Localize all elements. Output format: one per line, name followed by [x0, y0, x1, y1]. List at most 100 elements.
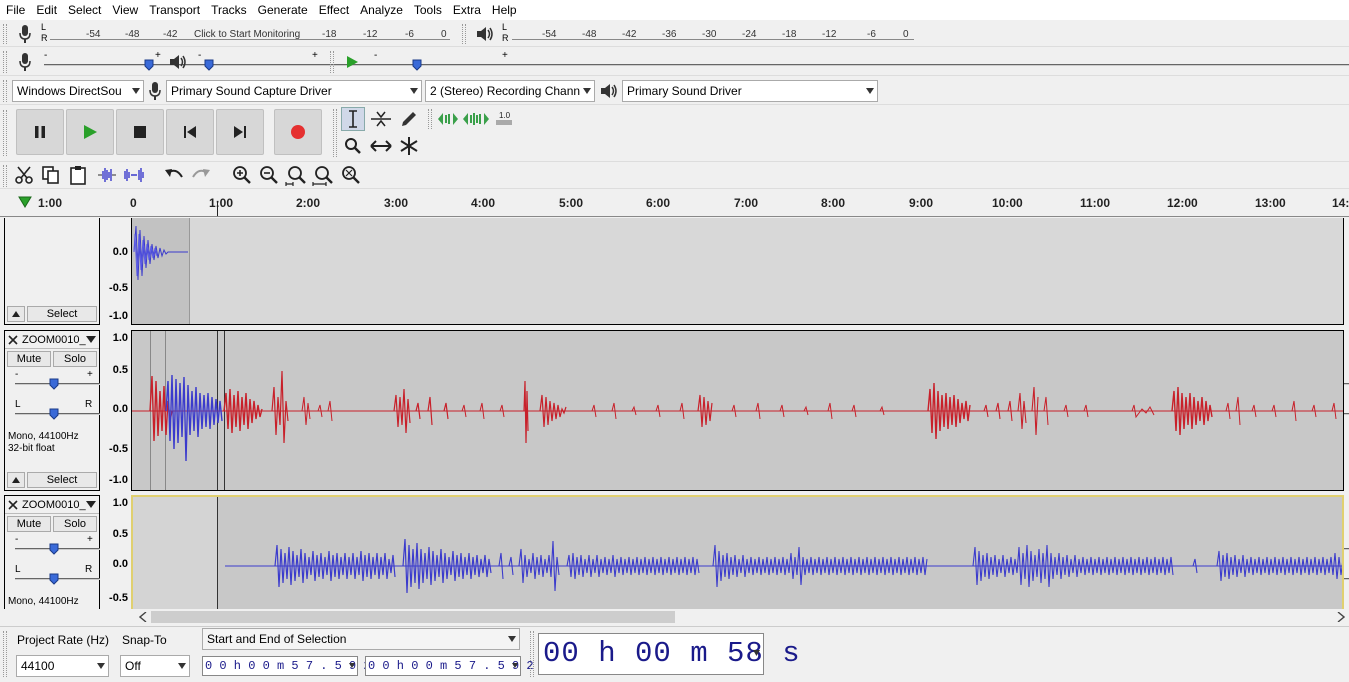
amplitude-scale: 0.0 -0.5 -1.0 [100, 218, 131, 325]
paste-button[interactable] [66, 163, 90, 187]
menu-file[interactable]: File [6, 3, 25, 17]
menu-transport[interactable]: Transport [149, 3, 200, 17]
skip-to-start-button[interactable] [166, 109, 214, 155]
toolbar-grip[interactable] [3, 24, 7, 44]
recording-device-select[interactable]: Primary Sound Capture Driver [166, 80, 422, 102]
toolbar-grip[interactable] [530, 631, 534, 677]
copy-button[interactable] [39, 163, 63, 187]
gain-slider[interactable] [15, 542, 1349, 556]
silence-button[interactable] [122, 163, 146, 187]
menu-view[interactable]: View [112, 3, 138, 17]
mute-button[interactable]: Mute [7, 351, 51, 367]
scale-label: 0.5 [112, 364, 128, 376]
selection-mode-select[interactable]: Start and End of Selection [202, 628, 520, 650]
track-select-button[interactable]: Select [27, 472, 97, 488]
fit-selection-button[interactable] [436, 107, 460, 131]
zoom-toggle-button[interactable] [338, 163, 362, 187]
track-name[interactable]: ZOOM0010_ [22, 499, 86, 511]
selection-tool-button[interactable] [341, 107, 365, 131]
toolbar-grip[interactable] [3, 51, 7, 73]
envelope-tool-button[interactable] [369, 107, 393, 131]
menu-select[interactable]: Select [68, 3, 101, 17]
menu-help[interactable]: Help [492, 3, 517, 17]
skip-to-end-button[interactable] [216, 109, 264, 155]
fit-project-zoom-button[interactable] [311, 163, 335, 187]
selection-start-time[interactable]: 0 0 h 0 0 m 5 7 . 5 9 2 s [202, 656, 385, 676]
envelope-icon [371, 111, 391, 127]
recording-meter[interactable]: -54 -48 -42 Click to Start Monitoring -1… [50, 23, 450, 45]
solo-button[interactable]: Solo [53, 516, 97, 532]
multi-tool-button[interactable] [397, 134, 421, 158]
timeline-ruler[interactable]: 1:00 0 1:00 2:00 3:00 4:00 5:00 6:00 7:0… [0, 191, 1349, 217]
track-control-panel[interactable]: Select [4, 218, 100, 325]
play-button[interactable] [66, 109, 114, 155]
track-format: Mono, 44100Hz [8, 596, 79, 607]
toolbar-grip[interactable] [330, 51, 334, 73]
stop-button[interactable] [116, 109, 164, 155]
microphone-icon[interactable] [14, 23, 36, 45]
audio-clip[interactable] [132, 218, 190, 324]
zoom-out-button[interactable] [257, 163, 281, 187]
meter-channel-l: L [41, 22, 47, 32]
toolbar-grip[interactable] [3, 631, 7, 677]
playback-speed-slider[interactable] [372, 58, 1349, 72]
pause-button[interactable] [16, 109, 64, 155]
track-name[interactable]: ZOOM0010_ [22, 334, 86, 346]
waveform-area[interactable] [131, 330, 1344, 491]
fit-selection-zoom-button[interactable] [284, 163, 308, 187]
toolbar-grip[interactable] [3, 165, 7, 187]
toolbar-grip[interactable] [462, 24, 466, 44]
redo-button[interactable] [189, 163, 213, 187]
collapse-track-button[interactable] [7, 472, 25, 488]
waveform-area[interactable] [131, 495, 1344, 609]
speaker-icon[interactable] [473, 23, 497, 45]
recording-volume-slider[interactable] [44, 58, 1349, 72]
project-rate-select[interactable]: 44100 [16, 655, 109, 677]
scrollbar-thumb[interactable] [151, 611, 675, 623]
track-control-panel[interactable]: ZOOM0010_ Mute Solo - + L R Mono, 44100H… [4, 330, 1349, 491]
menu-generate[interactable]: Generate [258, 3, 308, 17]
audio-position-display[interactable]: 00 h 00 m 58 s [538, 633, 800, 675]
playback-device-select[interactable]: Primary Sound Driver [622, 80, 878, 102]
menu-tools[interactable]: Tools [414, 3, 442, 17]
audio-host-select[interactable]: Windows DirectSou [12, 80, 144, 102]
solo-button[interactable]: Solo [53, 351, 97, 367]
menu-edit[interactable]: Edit [36, 3, 57, 17]
track-name-bar[interactable]: ZOOM0010_ [5, 331, 99, 349]
playback-volume-slider[interactable] [198, 58, 1349, 72]
menu-tracks[interactable]: Tracks [211, 3, 247, 17]
fit-project-button[interactable] [462, 107, 490, 131]
toolbar-grip[interactable] [333, 109, 337, 157]
waveform-area[interactable] [131, 218, 1344, 325]
zoom-normal-button[interactable]: 1.0 [492, 107, 516, 131]
selection-end-time[interactable]: 0 0 h 0 0 m 5 7 . 5 9 2 s [365, 656, 548, 676]
pan-slider[interactable] [15, 407, 1349, 421]
record-button[interactable] [274, 109, 322, 155]
toolbar-grip[interactable] [3, 80, 7, 102]
recording-channels-select[interactable]: 2 (Stereo) Recording Chann [425, 80, 595, 102]
horizontal-scrollbar[interactable] [137, 609, 1349, 625]
track-select-button[interactable]: Select [27, 306, 97, 322]
track-name-bar[interactable]: ZOOM0010_ [5, 496, 99, 514]
playback-meter[interactable]: -54 -48 -42 -36 -30 -24 -18 -12 -6 0 [512, 23, 914, 45]
pan-slider[interactable] [15, 572, 1349, 586]
gain-slider[interactable] [15, 377, 1349, 391]
toolbar-grip[interactable] [428, 109, 432, 129]
play-at-speed-button[interactable] [340, 51, 364, 73]
collapse-track-button[interactable] [7, 306, 25, 322]
draw-tool-button[interactable] [397, 107, 421, 131]
mute-button[interactable]: Mute [7, 516, 51, 532]
zoom-in-button[interactable] [230, 163, 254, 187]
ruler-label: 10:00 [992, 196, 1023, 210]
menu-effect[interactable]: Effect [319, 3, 349, 17]
menu-extra[interactable]: Extra [453, 3, 481, 17]
time-shift-tool-button[interactable] [369, 134, 393, 158]
toolbar-grip[interactable] [3, 110, 7, 156]
track-control-panel[interactable]: ZOOM0010_ Mute Solo - + L R Mono, 44100H… [4, 495, 1349, 609]
menu-analyze[interactable]: Analyze [360, 3, 403, 17]
cut-button[interactable] [12, 163, 36, 187]
trim-button[interactable] [95, 163, 119, 187]
snap-to-select[interactable]: Off [120, 655, 190, 677]
zoom-tool-button[interactable] [341, 134, 365, 158]
undo-button[interactable] [162, 163, 186, 187]
